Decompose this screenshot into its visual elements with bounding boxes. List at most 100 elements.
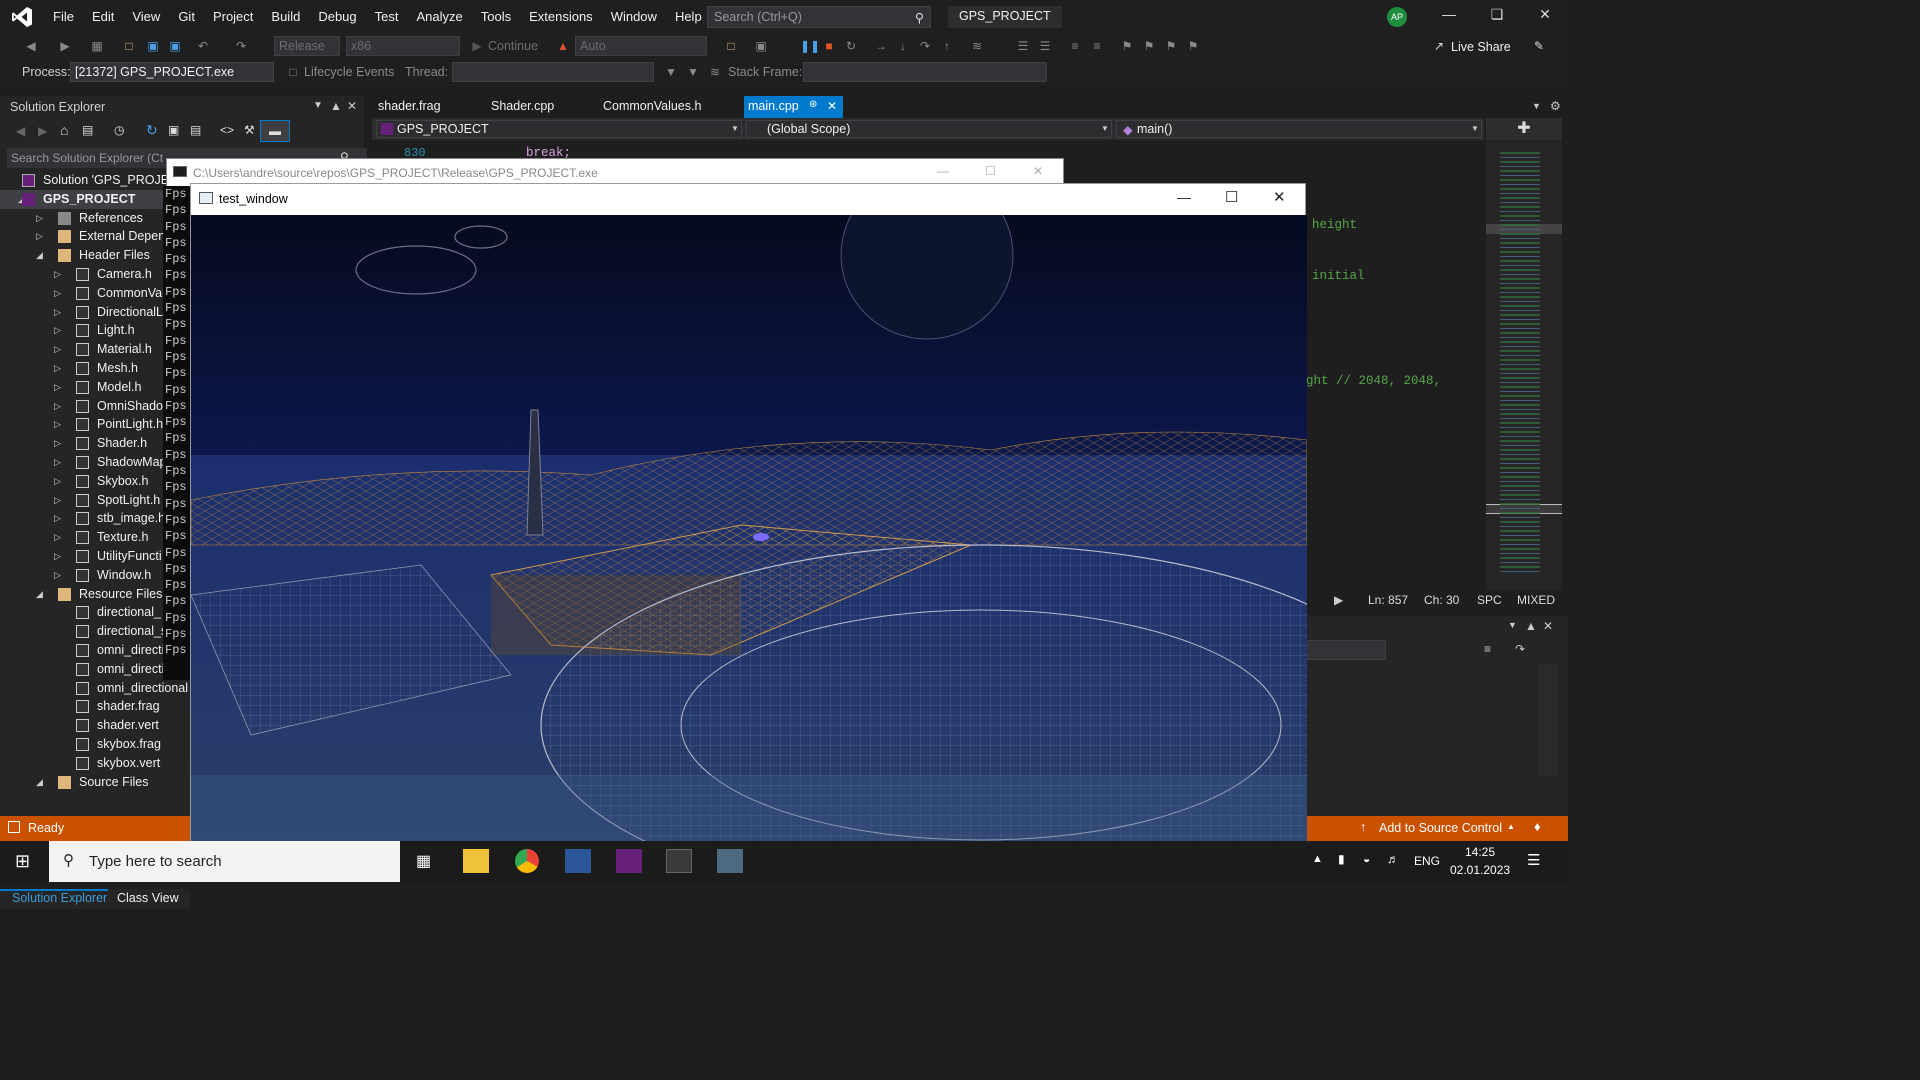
forward-icon[interactable]: ▶ — [38, 124, 47, 138]
close-icon[interactable]: ✕ — [1530, 6, 1560, 28]
minimize-icon[interactable]: — — [1434, 6, 1464, 28]
panel-dropdown-icon[interactable]: ▼ — [313, 100, 323, 111]
tree-item[interactable]: ▷ ShadowMap — [0, 453, 190, 472]
menu-debug[interactable]: Debug — [309, 9, 365, 24]
thread-dropdown[interactable] — [452, 62, 654, 82]
restore-icon[interactable]: ❏ — [1482, 6, 1512, 28]
function-nav-dropdown[interactable]: ◆ main() ▼ — [1116, 120, 1482, 138]
collapsed-arrow-icon[interactable]: ▷ — [54, 284, 61, 303]
collapsed-arrow-icon[interactable]: ▷ — [36, 209, 43, 228]
tree-item[interactable]: ▷ UtilityFuncti — [0, 547, 190, 566]
clock-time[interactable]: 14:25 — [1465, 845, 1495, 859]
tab-pin-icon[interactable]: ⊛ — [809, 99, 817, 110]
panel-dropdown-icon[interactable]: ▼ — [1508, 620, 1517, 630]
tree-item[interactable]: ▷ Shader.h — [0, 434, 190, 453]
collapsed-arrow-icon[interactable]: ▷ — [36, 227, 43, 246]
filter-icon[interactable]: ▼ — [664, 65, 678, 79]
new-item-icon[interactable]: ▦ — [90, 39, 104, 53]
tree-item[interactable]: ▷ PointLight.h — [0, 415, 190, 434]
next-bookmark-icon[interactable]: ⚑ — [1164, 39, 1178, 53]
tab-close-icon[interactable]: ✕ — [827, 99, 837, 113]
view-code-icon[interactable]: <> — [220, 123, 234, 137]
tree-item[interactable]: ▷ CommonVal — [0, 284, 190, 303]
auto-dropdown[interactable]: Auto — [575, 36, 707, 56]
tree-item[interactable]: ▷ Mesh.h — [0, 359, 190, 378]
column-indicator[interactable]: Ch: 30 — [1424, 593, 1459, 607]
tab-main-cpp[interactable]: main.cpp ⊛ ✕ — [744, 96, 843, 118]
minimize-icon[interactable]: — — [1177, 189, 1191, 205]
collapsed-arrow-icon[interactable]: ▷ — [54, 340, 61, 359]
pin-icon[interactable]: ▲ — [330, 99, 342, 113]
test-window[interactable]: test_window — ☐ ✕ — [190, 183, 1307, 842]
collapsed-arrow-icon[interactable]: ▷ — [54, 303, 61, 322]
pin-icon[interactable]: ▲ — [1525, 619, 1537, 633]
show-all-files-icon[interactable]: ▤ — [190, 123, 201, 137]
restart-icon[interactable]: ↻ — [844, 39, 858, 53]
collapsed-arrow-icon[interactable]: ▷ — [54, 415, 61, 434]
lifecycle-events-button[interactable]: Lifecycle Events — [304, 65, 394, 79]
menu-file[interactable]: File — [44, 9, 83, 24]
panel-close-icon[interactable]: ✕ — [347, 99, 357, 113]
collapsed-arrow-icon[interactable]: ▷ — [54, 566, 61, 585]
project-nav-dropdown[interactable]: GPS_PROJECT ▼ — [376, 120, 742, 138]
scope-nav-dropdown[interactable]: (Global Scope) ▼ — [746, 120, 1112, 138]
tree-item[interactable]: ▷ Camera.h — [0, 265, 190, 284]
tab-solution-explorer[interactable]: Solution Explorer — [12, 891, 107, 905]
back-icon[interactable]: ◀ — [16, 124, 25, 138]
chevron-up-icon[interactable]: ▲ — [1507, 822, 1515, 831]
panel-close-icon[interactable]: ✕ — [1543, 619, 1553, 633]
tree-item[interactable]: ▷ stb_image.h — [0, 509, 190, 528]
undo-icon[interactable]: ↶ — [196, 39, 210, 53]
minimize-icon[interactable]: — — [937, 164, 949, 178]
collapsed-arrow-icon[interactable]: ▷ — [54, 321, 61, 340]
tree-item[interactable]: ▷ Skybox.h — [0, 472, 190, 491]
collapsed-arrow-icon[interactable]: ▷ — [54, 547, 61, 566]
filter-threads-icon[interactable]: ▼ — [686, 65, 700, 79]
redo-icon[interactable]: ↷ — [234, 39, 248, 53]
tree-item[interactable]: ▷ OmniShado — [0, 397, 190, 416]
opengl-viewport[interactable] — [191, 215, 1307, 842]
tab-commonvalues-h[interactable]: CommonValues.h — [603, 99, 701, 113]
collapse-all-icon[interactable]: ▣ — [168, 123, 179, 137]
bookmark-icon[interactable]: ⚑ — [1120, 39, 1134, 53]
collapsed-arrow-icon[interactable]: ▷ — [54, 265, 61, 284]
line-indicator[interactable]: Ln: 857 — [1368, 593, 1408, 607]
collapsed-arrow-icon[interactable]: ▷ — [54, 528, 61, 547]
prev-bookmark-icon[interactable]: ⚑ — [1142, 39, 1156, 53]
hot-reload-icon[interactable]: ▲ — [556, 39, 570, 53]
avatar[interactable]: AP — [1387, 7, 1407, 27]
test-window-app-icon[interactable] — [717, 849, 743, 873]
action-center-icon[interactable]: ☰ — [1527, 851, 1540, 869]
configuration-dropdown[interactable]: Release — [274, 36, 340, 56]
flag-icon[interactable]: ≋ — [708, 65, 722, 79]
menu-tools[interactable]: Tools — [472, 9, 520, 24]
properties-icon[interactable]: ⚒ — [244, 123, 255, 137]
toggle-icon[interactable]: ☰ — [1038, 39, 1052, 53]
tree-item[interactable]: ▷ Model.h — [0, 378, 190, 397]
collapsed-arrow-icon[interactable]: ▷ — [54, 359, 61, 378]
collapsed-arrow-icon[interactable]: ▷ — [54, 472, 61, 491]
tree-item[interactable]: ▷ DirectionalL — [0, 303, 190, 322]
output-source-dropdown[interactable] — [1306, 640, 1386, 660]
notifications-icon[interactable]: ♦ — [1534, 819, 1541, 834]
menu-project[interactable]: Project — [204, 9, 262, 24]
expanded-arrow-icon[interactable]: ◢ — [36, 585, 43, 604]
tab-list-icon[interactable]: ▼ — [1532, 101, 1541, 111]
switch-views-icon[interactable]: ▤ — [82, 123, 93, 137]
visual-studio-logo-icon[interactable] — [0, 0, 44, 33]
expanded-arrow-icon[interactable]: ◢ — [36, 773, 43, 792]
maximize-icon[interactable]: ☐ — [985, 164, 996, 178]
live-share-button[interactable]: Live Share — [1451, 40, 1511, 54]
scroll-right-icon[interactable]: ▶ — [1334, 593, 1343, 607]
code-minimap[interactable] — [1486, 140, 1562, 592]
wifi-icon[interactable]: ◒ — [1363, 852, 1370, 866]
forward-icon[interactable]: ▶ — [58, 39, 72, 53]
save-all-icon[interactable]: ▣ — [168, 39, 182, 53]
chevron-up-icon[interactable]: ▲ — [1312, 853, 1323, 865]
close-icon[interactable]: ✕ — [1273, 188, 1286, 206]
clear-all-icon[interactable]: ≡ — [1484, 642, 1491, 656]
collapsed-arrow-icon[interactable]: ▷ — [54, 491, 61, 510]
collapsed-arrow-icon[interactable]: ▷ — [54, 434, 61, 453]
tree-item[interactable]: skybox.frag — [0, 735, 190, 754]
collapsed-arrow-icon[interactable]: ▷ — [54, 453, 61, 472]
